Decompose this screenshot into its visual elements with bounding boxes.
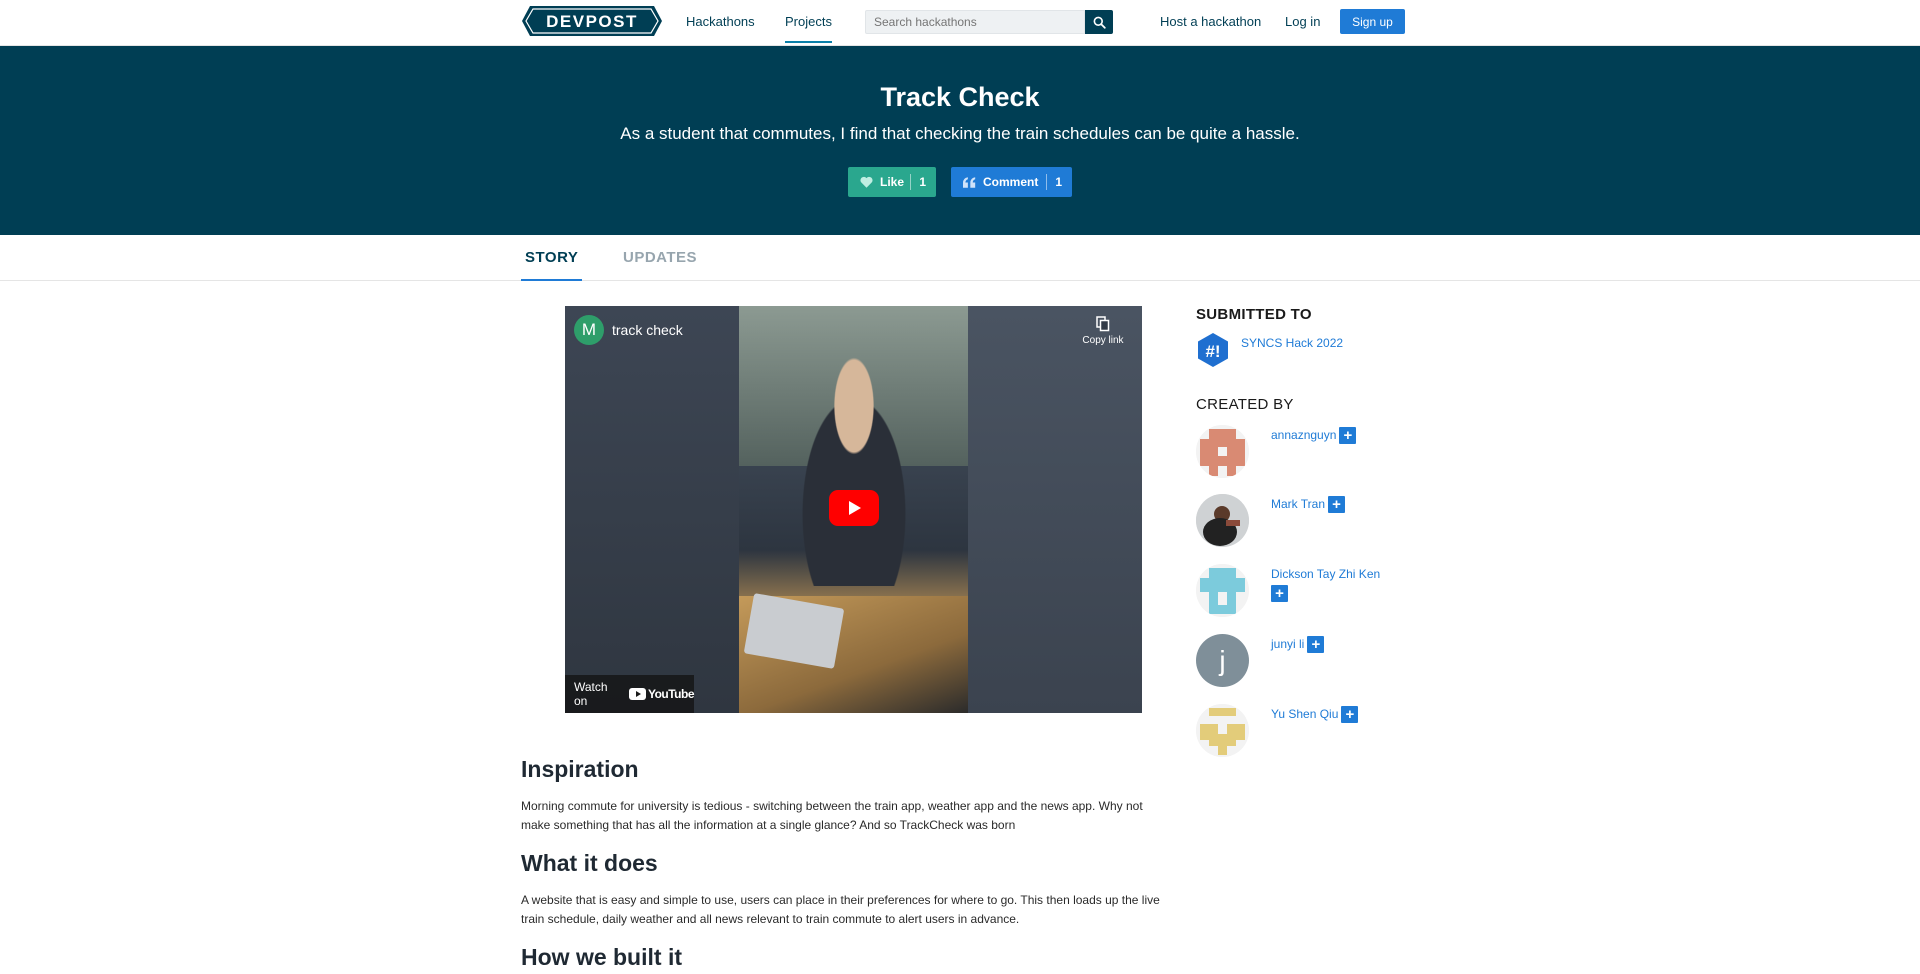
member-junyi-li: j junyi li + [1196,634,1446,688]
channel-avatar[interactable]: M [574,315,604,345]
youtube-icon [628,688,646,700]
member-name-link[interactable]: annaznguyn + [1271,426,1357,445]
copy-link-button[interactable]: Copy link [1078,316,1128,346]
copy-link-label: Copy link [1082,335,1124,346]
created-by-heading: CREATED BY [1196,396,1294,413]
play-button[interactable] [829,490,879,526]
like-label: Like [880,175,905,189]
member-mark-tran: Mark Tran + [1196,494,1446,548]
heading-what-it-does: What it does [521,850,658,876]
follow-plus-button[interactable]: + [1271,585,1288,603]
youtube-wordmark: YouTube [647,687,695,701]
tab-updates[interactable]: UPDATES [623,249,697,266]
avatar[interactable] [1196,425,1249,478]
avatar-initial: j [1219,644,1226,676]
project-title: Track Check [880,82,1040,112]
follow-plus-button[interactable]: + [1339,427,1357,445]
search-button[interactable] [1085,10,1113,34]
video-person [779,346,929,586]
member-name-link[interactable]: Dickson Tay Zhi Ken + [1271,565,1391,603]
tab-story[interactable]: STORY [520,249,583,281]
comment-label: Comment [983,175,1039,189]
project-header: Track Check As a student that commutes, … [0,46,1920,235]
avatar[interactable] [1196,564,1249,617]
svg-text:#!: #! [1205,342,1220,361]
play-icon [849,501,861,515]
nav-projects[interactable]: Projects [785,14,832,43]
comment-button[interactable]: Comment 1 [951,167,1072,197]
syncs-hackathon-icon[interactable]: #! [1196,332,1230,368]
member-name: Yu Shen Qiu [1271,707,1339,721]
submitted-to-heading: SUBMITTED TO [1196,306,1312,323]
heading-how-we-built-it: How we built it [521,944,682,970]
member-dickson-tay-zhi-ken: Dickson Tay Zhi Ken + [1196,564,1446,618]
member-name: Mark Tran [1271,497,1326,511]
devpost-logo[interactable]: DEVPOST [522,6,662,36]
copy-icon [1096,316,1110,332]
member-name: annaznguyn [1271,428,1337,442]
follow-plus-button[interactable]: + [1307,636,1325,654]
project-tagline: As a student that commutes, I find that … [620,124,1300,143]
nav-host-hackathon[interactable]: Host a hackathon [1160,14,1261,29]
logo-text: DEVPOST [546,12,638,31]
youtube-video-embed[interactable]: M track check Copy link Watch on YouTube [565,306,1142,713]
follow-plus-button[interactable]: + [1341,706,1359,724]
nav-hackathons[interactable]: Hackathons [686,14,755,29]
member-yu-shen-qiu: Yu Shen Qiu + [1196,704,1446,758]
watch-on-label: Watch on [574,680,608,708]
video-title[interactable]: track check [612,322,683,338]
watch-on-youtube[interactable]: Watch on YouTube [565,675,695,713]
heart-icon [860,176,873,188]
member-name: junyi li [1271,637,1305,651]
member-name-link[interactable]: Yu Shen Qiu + [1271,705,1359,724]
paragraph-inspiration: Morning commute for university is tediou… [521,799,1143,832]
hackathon-link[interactable]: SYNCS Hack 2022 [1241,336,1343,350]
comment-count: 1 [1046,174,1072,190]
paragraph-what-it-does: A website that is easy and simple to use… [521,893,1160,926]
signup-button[interactable]: Sign up [1340,9,1405,34]
avatar[interactable] [1196,704,1249,757]
nav-login[interactable]: Log in [1285,14,1320,29]
member-name-link[interactable]: junyi li + [1271,635,1325,654]
quote-icon [963,176,976,188]
video-blur-right [968,306,1142,713]
follow-plus-button[interactable]: + [1328,496,1346,514]
member-annaznguyn: annaznguyn + [1196,425,1446,479]
heading-inspiration: Inspiration [521,756,639,782]
search-icon [1093,16,1106,29]
video-blur-left [565,306,739,713]
member-name-link[interactable]: Mark Tran + [1271,495,1346,514]
search-input[interactable] [865,10,1085,34]
avatar[interactable] [1196,494,1249,547]
like-count: 1 [910,174,936,190]
top-nav: DEVPOST Hackathons Projects Host a hacka… [0,0,1920,46]
like-button[interactable]: Like 1 [848,167,936,197]
youtube-logo: YouTube [628,687,695,701]
project-tabs: STORY UPDATES [0,235,1920,281]
member-name: Dickson Tay Zhi Ken [1271,567,1381,581]
avatar[interactable]: j [1196,634,1249,687]
